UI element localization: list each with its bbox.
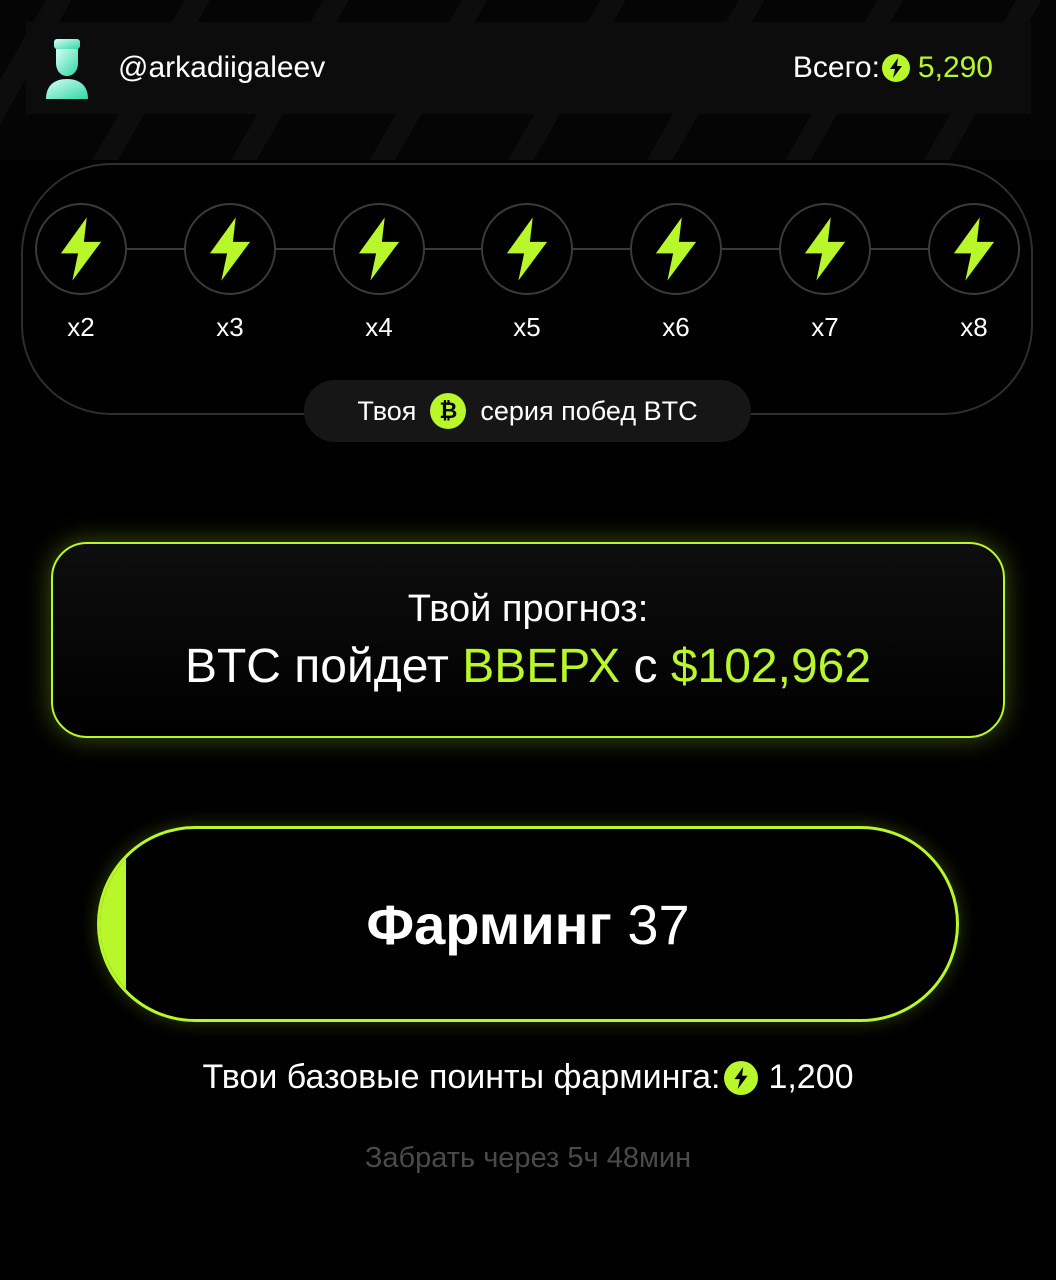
bolt-icon (804, 217, 846, 281)
streak-multiplier: x6 (662, 312, 690, 342)
forecast-card: Твой прогноз: BTC пойдет ВВЕРХ с $102,96… (51, 542, 1005, 738)
bolt-icon (506, 217, 548, 281)
claim-timer: Забрать через 5ч 48мин (364, 1142, 692, 1174)
streak-multiplier: x8 (960, 312, 988, 342)
total-label: Всего: (792, 51, 880, 84)
streak-node (184, 203, 276, 295)
streak-multiplier: x2 (67, 312, 95, 342)
base-points-value: 1,200 (768, 1058, 854, 1096)
user-bust-icon[interactable] (42, 37, 92, 99)
forecast-connector: с (633, 640, 658, 693)
streak-label-after: серия побед BTC (480, 395, 698, 426)
base-points-label: Твои базовые поинты фарминга: (202, 1058, 721, 1096)
username: @arkadiigaleev (118, 51, 326, 84)
forecast-title: Твой прогноз: (407, 588, 649, 630)
streak-node (333, 203, 425, 295)
farming-label: Фарминг 37 (366, 892, 689, 957)
forecast-price: $102,962 (670, 640, 872, 693)
forecast-line: BTC пойдет ВВЕРХ с $102,962 (53, 639, 1003, 694)
bolt-icon (881, 54, 910, 82)
forecast-prefix: BTC пойдет (184, 640, 449, 693)
streak-node (630, 203, 722, 295)
total-points: Всего: 5,290 (793, 51, 993, 85)
total-value: 5,290 (917, 51, 993, 84)
streak-node (35, 203, 127, 295)
farming-text: Фарминг (366, 892, 612, 956)
streak-node (928, 203, 1020, 295)
bolt-icon (358, 217, 400, 281)
bolt-icon (209, 217, 251, 281)
base-points: Твои базовые поинты фарминга: 1,200 (0, 1058, 1056, 1097)
bolt-icon (60, 217, 102, 281)
header-bar: @arkadiigaleev Всего: 5,290 (26, 22, 1031, 114)
farming-button[interactable]: Фарминг 37 (97, 826, 959, 1022)
streak-node (779, 203, 871, 295)
streak-multiplier: x7 (811, 312, 839, 342)
streak-label-before: Твоя (357, 395, 417, 426)
bolt-icon (724, 1060, 759, 1095)
streak-multiplier: x5 (513, 312, 541, 342)
forecast-direction: ВВЕРХ (462, 640, 621, 693)
bolt-icon (953, 217, 995, 281)
bitcoin-icon: ₿ (430, 393, 467, 429)
streak-node (481, 203, 573, 295)
streak-label: Твоя ₿ серия побед BTC (304, 380, 751, 442)
farming-count: 37 (627, 892, 690, 956)
farming-progress-fill (100, 829, 126, 1019)
bolt-icon (655, 217, 697, 281)
streak-multiplier: x3 (216, 312, 244, 342)
streak-multiplier: x4 (365, 312, 393, 342)
